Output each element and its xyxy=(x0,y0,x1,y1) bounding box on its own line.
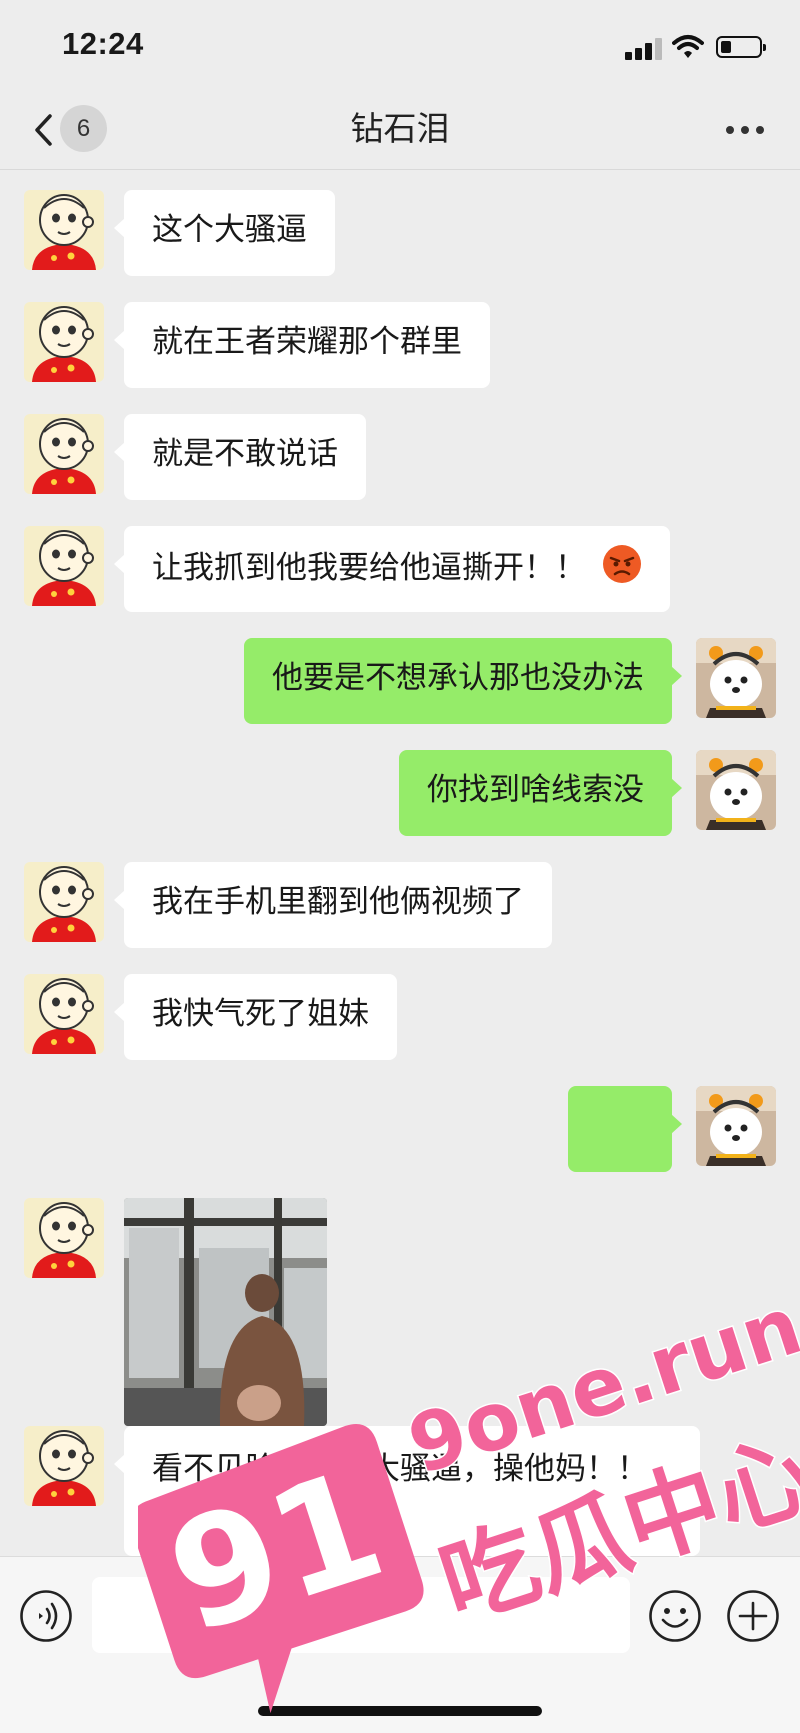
contact-avatar[interactable] xyxy=(24,862,104,942)
chat-header: 6 钻石泪 xyxy=(0,90,800,170)
message-bubble-outgoing[interactable] xyxy=(568,1086,682,1172)
contact-avatar[interactable] xyxy=(24,1198,104,1278)
message-bubble-outgoing[interactable]: 你找到啥线索没 xyxy=(399,750,682,836)
status-bar: 12:24 xyxy=(0,0,800,90)
signal-icon xyxy=(625,38,665,60)
message-bubble-incoming[interactable]: 我在手机里翻到他俩视频了 xyxy=(114,862,552,948)
voice-icon[interactable] xyxy=(19,1589,73,1643)
wifi-icon xyxy=(672,35,704,58)
contact-avatar[interactable] xyxy=(24,190,104,270)
angry-face-emoji xyxy=(603,545,641,583)
emoji-smile-icon[interactable] xyxy=(648,1589,702,1643)
contact-avatar[interactable] xyxy=(24,414,104,494)
battery-icon xyxy=(716,36,766,58)
more-dots-icon[interactable] xyxy=(726,126,766,136)
message-bubble-incoming[interactable]: 这个大骚逼 xyxy=(114,190,335,276)
message-bubble-incoming[interactable]: 看不见脸，这个大骚逼，操他妈！！ xyxy=(114,1426,700,1556)
user-avatar[interactable] xyxy=(696,638,776,718)
message-bubble-incoming[interactable]: 就在王者荣耀那个群里 xyxy=(114,302,490,388)
message-text: 让我抓到他我要给他逼撕开！！ xyxy=(152,550,586,586)
plus-circle-icon[interactable] xyxy=(726,1589,780,1643)
message-bubble-incoming[interactable]: 让我抓到他我要给他逼撕开！！ xyxy=(114,526,670,612)
message-input[interactable] xyxy=(92,1577,630,1653)
contact-avatar[interactable] xyxy=(24,302,104,382)
image-message[interactable] xyxy=(124,1198,327,1426)
status-time: 12:24 xyxy=(62,26,144,61)
message-bubble-outgoing[interactable]: 他要是不想承认那也没办法 xyxy=(244,638,682,724)
chat-title: 钻石泪 xyxy=(350,109,450,148)
message-bubble-incoming[interactable]: 就是不敢说话 xyxy=(114,414,366,500)
home-indicator xyxy=(258,1706,542,1716)
contact-avatar[interactable] xyxy=(24,1426,104,1506)
user-avatar[interactable] xyxy=(696,1086,776,1166)
contact-avatar[interactable] xyxy=(24,974,104,1054)
message-bubble-incoming[interactable]: 我快气死了姐妹 xyxy=(114,974,397,1060)
user-avatar[interactable] xyxy=(696,750,776,830)
contact-avatar[interactable] xyxy=(24,526,104,606)
